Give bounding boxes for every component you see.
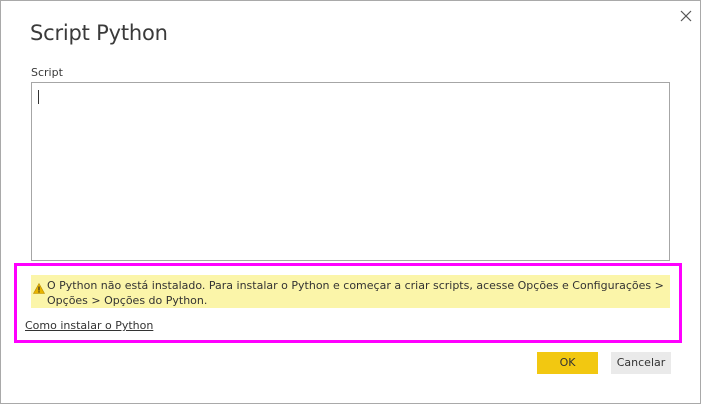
close-icon[interactable] <box>677 7 695 25</box>
ok-button[interactable]: OK <box>537 352 598 374</box>
warning-text: O Python não está instalado. Para instal… <box>47 279 664 307</box>
dialog-title: Script Python <box>30 21 168 45</box>
script-label: Script <box>31 66 63 79</box>
cancel-button[interactable]: Cancelar <box>611 352 671 374</box>
warning-banner: O Python não está instalado. Para instal… <box>31 275 670 308</box>
install-python-link[interactable]: Como instalar o Python <box>25 319 153 332</box>
warning-icon <box>32 279 46 294</box>
python-script-dialog: Script Python Script O Python não está i… <box>0 0 701 404</box>
script-editor[interactable] <box>31 82 670 261</box>
text-caret <box>38 90 39 104</box>
